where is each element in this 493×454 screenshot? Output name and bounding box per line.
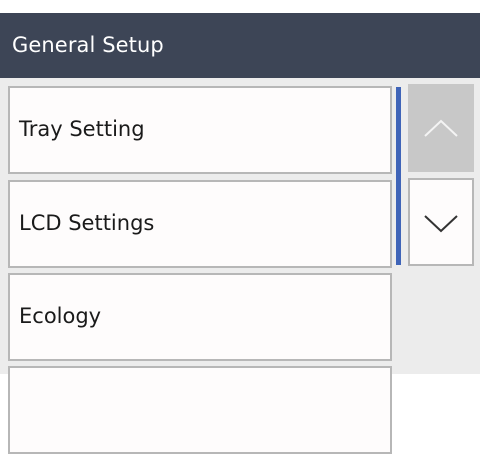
menu-item-label: LCD Settings (19, 211, 155, 235)
chevron-up-icon (424, 119, 458, 137)
menu-item-label: Tray Setting (19, 117, 145, 141)
screen-title: General Setup (12, 33, 164, 57)
menu-item-lcd-settings[interactable]: LCD Settings (8, 180, 392, 268)
scroll-up-button[interactable] (408, 84, 474, 172)
menu-item-label: Ecology (19, 304, 102, 328)
menu-item-tray-setting[interactable]: Tray Setting (8, 86, 392, 174)
scroll-position-indicator (396, 87, 401, 265)
scroll-down-button[interactable] (408, 178, 474, 266)
menu-item-partial[interactable] (8, 366, 392, 454)
title-bar: General Setup (0, 13, 480, 78)
chevron-down-icon (424, 215, 458, 233)
menu-item-ecology[interactable]: Ecology (8, 273, 392, 361)
